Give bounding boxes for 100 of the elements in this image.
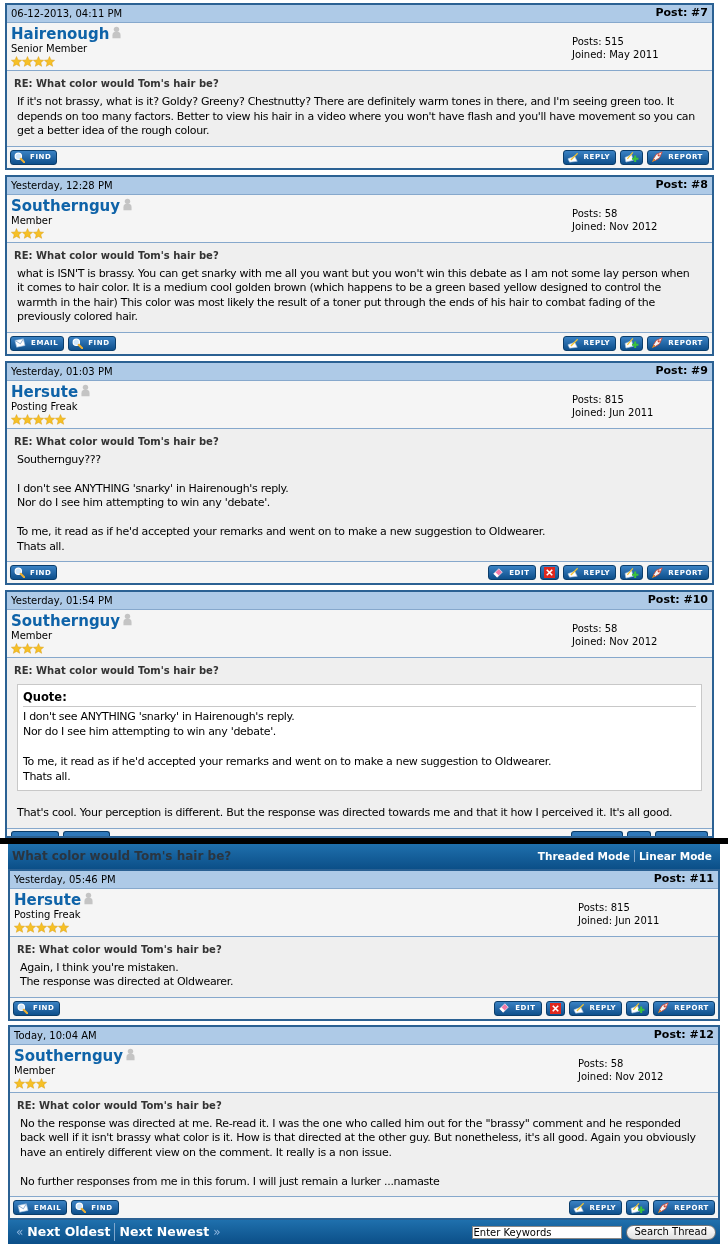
quote-text: I don't see ANYTHING 'snarky' in Hairenough's reply. Nor do I see him attempting to win any 'debate'. To me, it read as if he'd accepted your remarks and went on to make a new suggestion to Oldwearer. Thats all. [23,709,553,784]
post-subject: RE: What color would Tom's hair be? [13,664,220,677]
paper-plus-icon [630,1002,646,1014]
rocket-icon [651,337,664,349]
star-icon [22,413,33,425]
delete-icon [549,1002,561,1014]
author-name[interactable]: Hersute [14,890,82,909]
star-icon [58,921,69,933]
quill-icon [566,567,579,578]
user-rank: Posting Freak [11,400,79,413]
multiquote-button[interactable] [620,565,644,580]
star-icon [55,413,66,425]
rocket-icon [657,1002,670,1014]
quill-icon [566,337,579,349]
cut-off-report-button[interactable] [655,830,708,836]
post-date: 06-12-2013, 04:11 PM [11,7,123,21]
post-number[interactable]: Post: #8 [655,176,708,194]
author-name[interactable]: Hairenough [11,25,110,43]
post-date: Yesterday, 01:03 PM [11,364,113,379]
cut-off-multiquote-button[interactable] [627,830,651,836]
star-icon [14,1077,25,1089]
post-count: Posts: 815 [572,392,625,406]
post-number[interactable]: Post: #10 [647,592,708,609]
post-subject: RE: What color would Tom's hair be? [13,434,220,448]
delete-button[interactable] [545,1000,565,1016]
paper-plus-icon [624,566,640,579]
post-subject: RE: What color would Tom's hair be? [13,77,220,90]
star-icon [14,921,25,933]
delete-button[interactable] [539,565,559,580]
star-icon [25,1077,36,1089]
eraser-icon [492,566,505,579]
author-name[interactable]: Southernguy [11,196,121,215]
star-icon [22,643,33,654]
thread-nav-link[interactable]: Next Oldest [27,1222,111,1242]
post-subject: RE: What color would Tom's hair be? [13,248,220,262]
multiquote-button[interactable] [626,1200,650,1215]
search-field[interactable]: Enter Keywords [471,1225,622,1239]
post-date: Yesterday, 01:54 PM [11,594,113,608]
post-count: Posts: 815 [578,900,631,914]
quote-title: Quote: [23,689,696,707]
star-icon [33,643,44,654]
post-number[interactable]: Post: #9 [655,362,708,380]
post-message: Again, I think you're mistaken. The response was directed at Oldwearer. [19,960,235,990]
eraser-icon [498,1002,511,1014]
star-icon [44,413,55,425]
post-message: That's cool. Your perception is different. But the response was directed towards me and that it how I perceived it. It's all good. [16,806,674,821]
search-thread-button[interactable]: Search Thread [625,1224,716,1240]
search-icon [14,151,25,163]
join-date: Joined: Nov 2012 [578,1069,665,1083]
multiquote-button[interactable] [620,335,644,351]
post-message: what is ISN'T is brassy. You can get snarky with me all you want but you won't win this debate as I am not some lay person when it comes to hair color. It is a medium cool golden brown (which happens to be a green based yellow designed to control the warmth in the hair) This color was most likely the result of a toner put through the ends of his hair to combat fading of the previously colored hair. [16,266,691,325]
join-date: Joined: Nov 2012 [572,219,659,233]
delete-icon [543,567,555,578]
post-count: Posts: 58 [572,206,619,220]
cut-off-reply-button[interactable] [571,830,623,836]
star-icon [36,921,47,933]
star-icon [25,921,36,933]
user-rank: Member [11,214,54,227]
cut-off-find-button[interactable] [63,830,110,836]
thread-nav-link[interactable]: Next Newest [119,1222,210,1242]
star-icon [33,227,44,239]
quill-icon [566,151,579,163]
paper-plus-icon [630,1201,646,1214]
post-message: Southernguy??? I don't see ANYTHING 'snarky' in Hairenough's reply. Nor do I see him attempting to win any 'debate'. To me, it read as if he'd accepted your remarks and went on to make a new suggestion to Oldwearer. Thats all. [16,452,547,554]
user-rank: Senior Member [11,43,89,55]
star-icon [22,227,33,239]
post-count: Posts: 58 [572,622,619,635]
join-date: Joined: Nov 2012 [572,635,659,648]
post-number[interactable]: Post: #7 [655,5,708,22]
rocket-icon [651,566,664,579]
author-name[interactable]: Hersute [11,382,79,401]
multiquote-button[interactable] [626,1000,650,1016]
multiquote-button[interactable] [620,149,644,165]
star-icon [11,56,22,67]
post-message: If it's not brassy, what is it? Goldy? Greeny? Chestnutty? There are definitely warm tones in there, and I'm seeing green too. It depends on too many factors. Better to view his hair in a video where you won't have flash and you'll have movement so you can get a better idea of the rough colour. [16,95,696,139]
post-count: Posts: 58 [578,1056,625,1070]
envelope-icon [17,1202,29,1213]
star-icon [36,1077,47,1089]
cut-off-email-button[interactable] [11,830,59,836]
star-icon [33,413,44,425]
star-icon [22,56,33,67]
author-name[interactable]: Southernguy [14,1046,124,1065]
view-mode-link[interactable]: Threaded Mode [533,850,634,862]
post-number[interactable]: Post: #11 [653,870,714,888]
user-rank: Member [14,1064,57,1077]
star-icon [44,56,55,67]
rocket-icon [651,151,664,163]
post-number[interactable]: Post: #12 [653,1026,714,1044]
view-mode-link[interactable]: Linear Mode [633,850,716,862]
author-name[interactable]: Southernguy [11,612,121,630]
post-date: Today, 10:04 AM [14,1028,97,1043]
post-date: Yesterday, 05:46 PM [14,872,116,887]
search-icon [75,1202,87,1213]
star-icon [11,643,22,654]
user-rank: Member [11,630,54,642]
star-icon [47,921,58,933]
double-chevron-icon: « [16,1223,24,1241]
post-subject: RE: What color would Tom's hair be? [16,942,223,956]
star-icon [33,56,44,67]
post-date: Yesterday, 12:28 PM [11,178,113,193]
